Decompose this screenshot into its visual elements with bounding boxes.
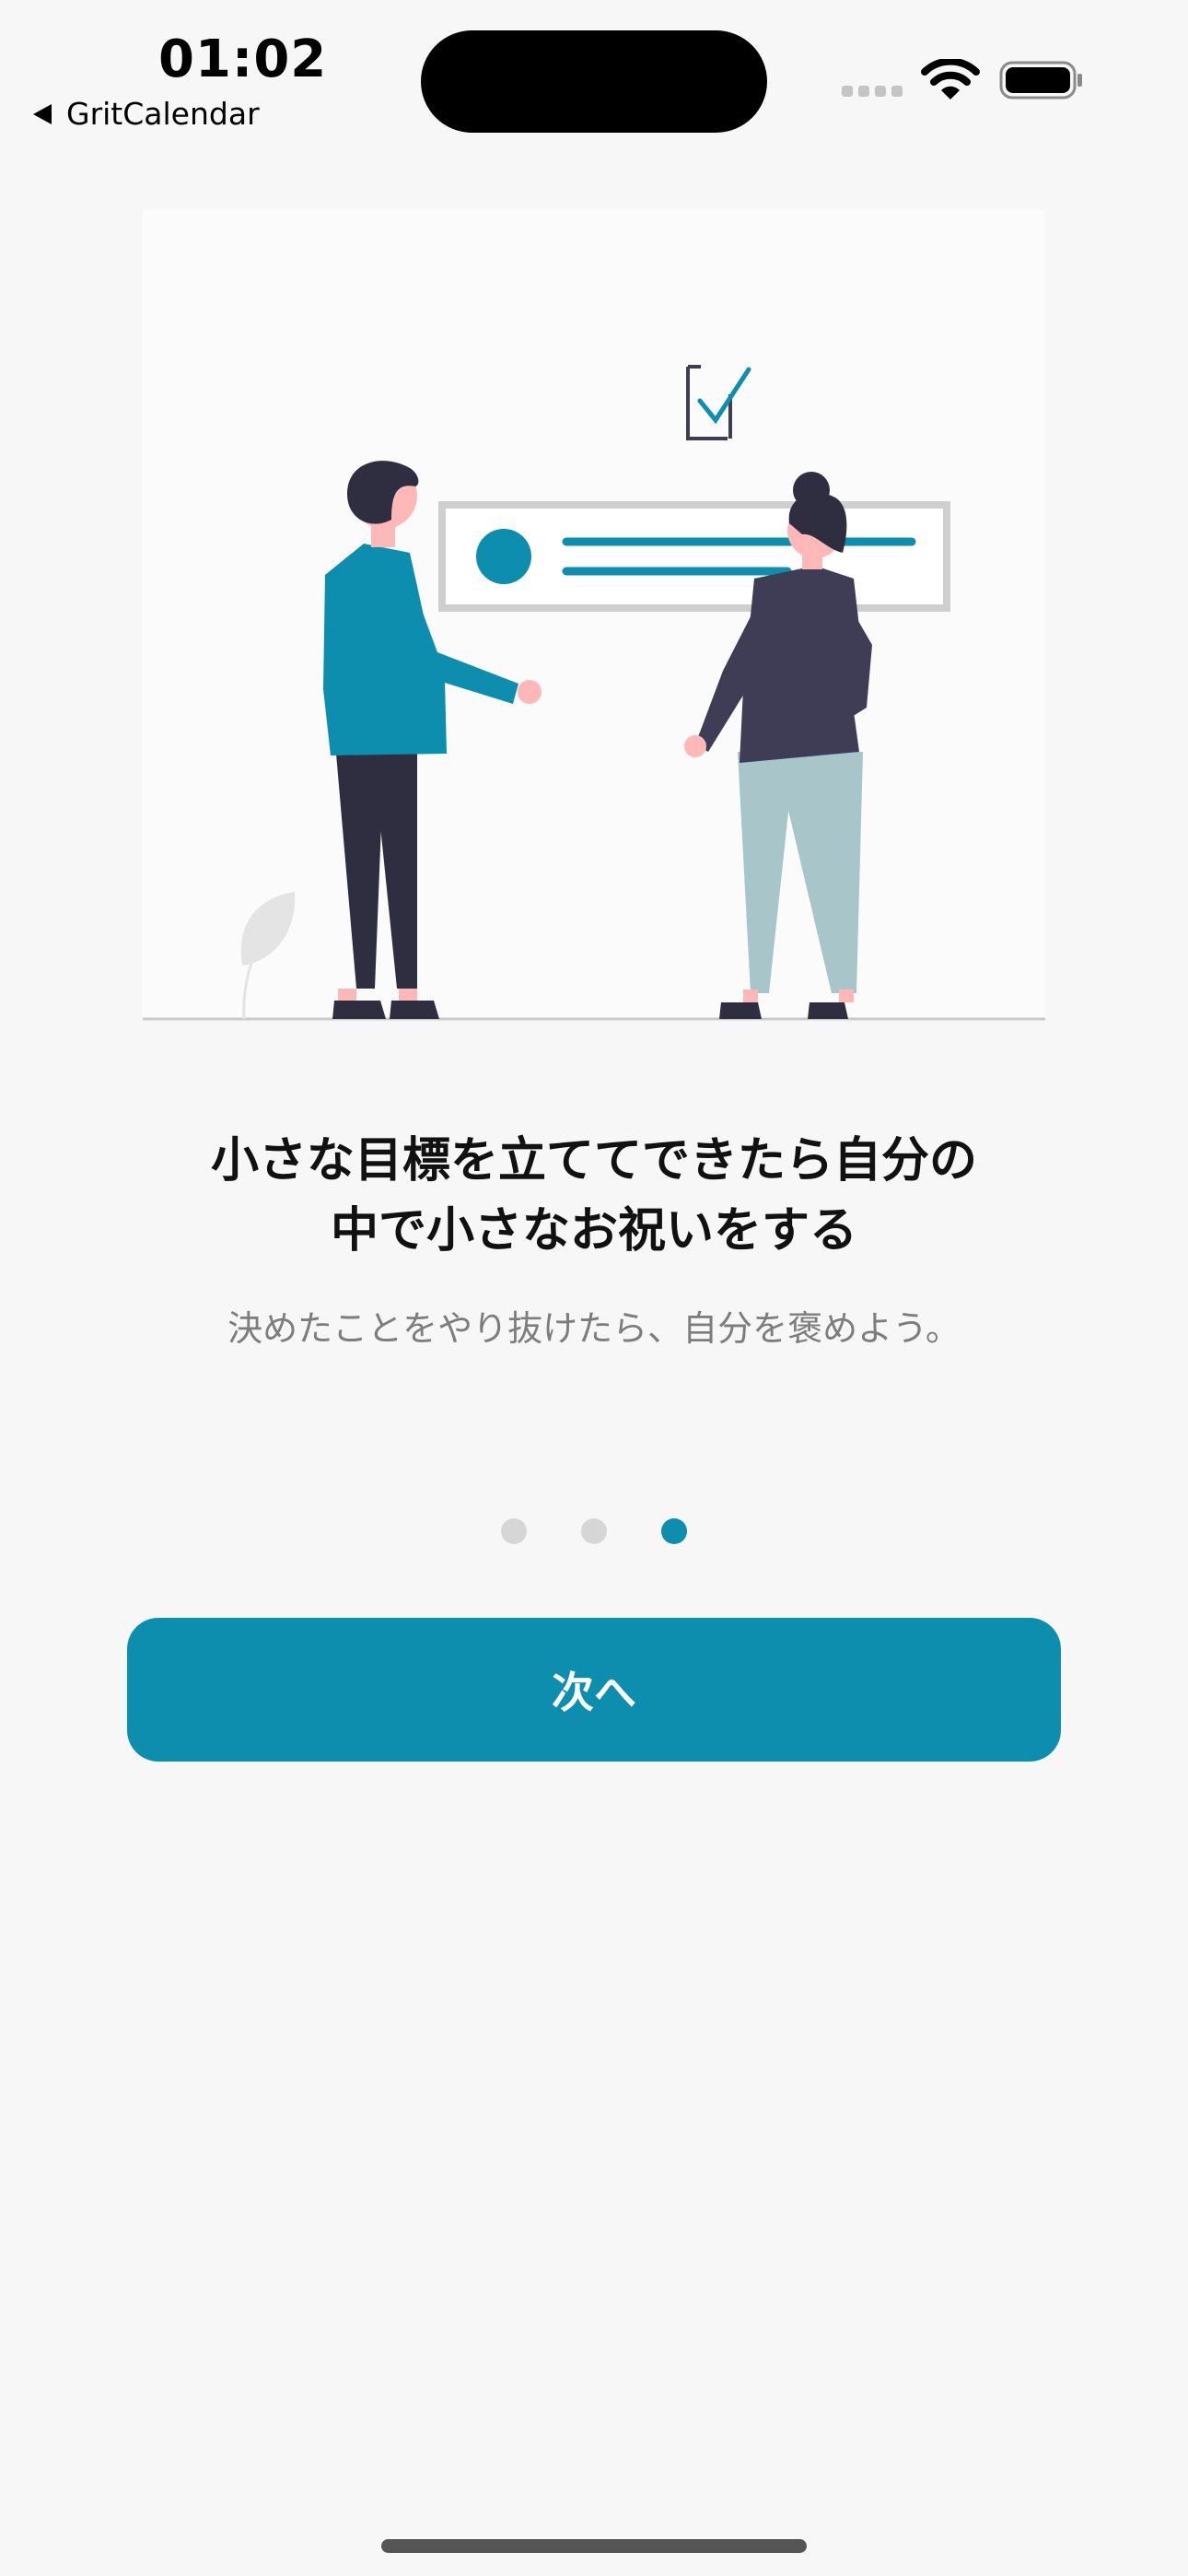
onboarding-illustration bbox=[143, 210, 1045, 1021]
page-dot-1[interactable] bbox=[501, 1518, 527, 1544]
checkbox-icon bbox=[686, 365, 751, 440]
onboarding-title: 小さな目標を立ててできたら自分の 中で小さなお祝いをする bbox=[92, 1126, 1096, 1266]
page-dot-3[interactable] bbox=[661, 1518, 687, 1544]
people-with-checklist-illustration bbox=[143, 365, 1045, 1021]
status-time: 01:02 bbox=[158, 29, 328, 89]
back-triangle-icon bbox=[33, 104, 52, 124]
back-to-app-link[interactable]: GritCalendar bbox=[33, 94, 260, 135]
dynamic-island bbox=[421, 30, 767, 133]
page-indicator bbox=[0, 1518, 1188, 1544]
cellular-signal-icon bbox=[842, 86, 903, 97]
title-line-2: 中で小さなお祝いをする bbox=[330, 1203, 857, 1259]
back-app-label: GritCalendar bbox=[66, 96, 260, 132]
onboarding-subtitle: 決めたことをやり抜けたら、自分を褒めよう。 bbox=[227, 1308, 961, 1349]
next-button[interactable]: 次へ bbox=[127, 1618, 1061, 1762]
wifi-icon bbox=[921, 59, 980, 100]
home-indicator[interactable] bbox=[381, 2539, 807, 2553]
page-dot-2[interactable] bbox=[581, 1518, 607, 1544]
title-line-1: 小さな目標を立ててできたら自分の bbox=[210, 1133, 977, 1188]
battery-icon bbox=[999, 61, 1082, 100]
